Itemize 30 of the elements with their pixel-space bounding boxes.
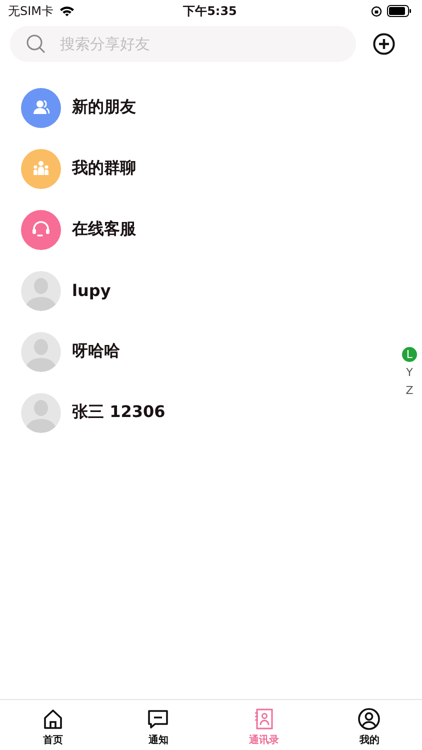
- time-text: 下午5:35: [183, 2, 237, 20]
- profile-icon: [357, 707, 382, 731]
- list-item[interactable]: 在线客服: [0, 199, 360, 260]
- avatar-icon: [21, 332, 61, 372]
- list-item[interactable]: 新的朋友: [0, 77, 360, 138]
- carrier-text: 无SIM卡: [8, 2, 54, 20]
- add-button[interactable]: [372, 32, 396, 56]
- tab[interactable]: 通知: [106, 700, 211, 750]
- avatar-icon: [21, 392, 61, 432]
- plus-icon: [373, 32, 395, 54]
- message-icon: [146, 707, 170, 731]
- rotation-lock-icon: [370, 6, 382, 16]
- battery-icon: [386, 5, 412, 17]
- contact-name: 新的朋友: [72, 97, 136, 118]
- wifi-icon: [58, 5, 75, 17]
- index-letter[interactable]: Y: [402, 365, 417, 380]
- contact-name: 在线客服: [72, 219, 136, 240]
- list-item[interactable]: 我的群聊: [0, 138, 360, 199]
- contact-name: 呀哈哈: [72, 341, 120, 362]
- list-item[interactable]: lupy: [0, 260, 360, 321]
- contact-name: 张三 12306: [72, 402, 166, 423]
- list-item[interactable]: 呀哈哈: [0, 321, 360, 382]
- contact-name: lupy: [72, 281, 111, 300]
- contact-name: 我的群聊: [72, 158, 136, 179]
- tab[interactable]: 我的: [316, 700, 422, 750]
- index-letter[interactable]: Z: [402, 383, 417, 398]
- tab[interactable]: 首页: [0, 700, 106, 750]
- list-item[interactable]: 张三 12306: [0, 382, 360, 443]
- search-icon: [26, 34, 46, 54]
- avatar-icon: [21, 270, 61, 310]
